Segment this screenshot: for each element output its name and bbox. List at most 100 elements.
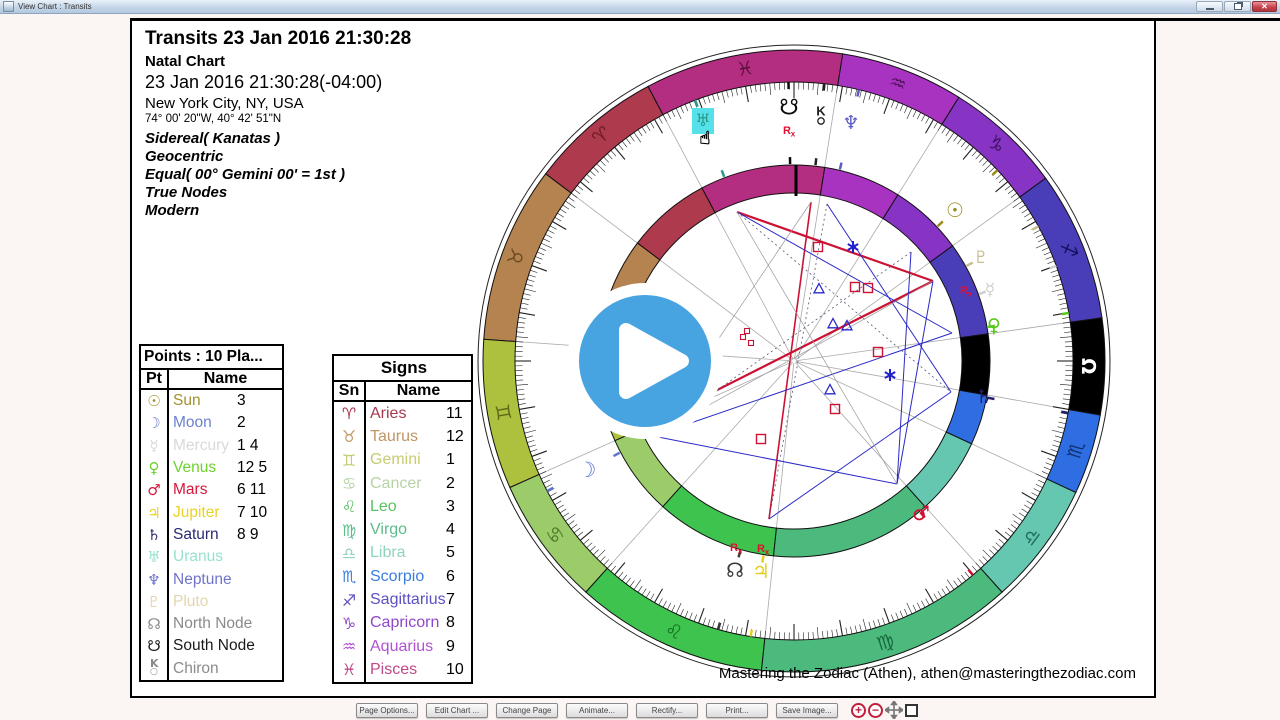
save-image-button[interactable]: Save Image... xyxy=(776,703,838,718)
wheel-sign-glyph-ophiuchus: ℧ xyxy=(1079,358,1101,375)
restore-button[interactable] xyxy=(1224,1,1251,12)
points-row-neptune: ♆Neptune xyxy=(141,568,282,590)
wheel-planet-mercury[interactable]: ☿ xyxy=(985,280,995,300)
points-number: 2 xyxy=(237,414,246,432)
close-button[interactable]: ✕ xyxy=(1252,1,1277,12)
signs-name-label: Virgo xyxy=(370,521,446,539)
jupiter-glyph-icon: ♃ xyxy=(141,501,169,523)
south-node-glyph-icon: ☋ xyxy=(141,635,169,657)
signs-number: 1 xyxy=(446,451,455,469)
signs-row-aquarius: ♒Aquarius9 xyxy=(334,635,471,658)
change-page-button[interactable]: Change Page xyxy=(496,703,558,718)
uranus-glyph-icon: ♅ xyxy=(141,546,169,568)
points-name-label: Neptune xyxy=(173,571,237,589)
points-name-label: Uranus xyxy=(173,548,237,566)
north-node-glyph-icon: ☊ xyxy=(141,613,169,635)
pan-button[interactable] xyxy=(885,701,903,719)
signs-row-taurus: ♉Taurus12 xyxy=(334,425,471,448)
zoom-out-button[interactable]: − xyxy=(868,703,883,718)
signs-name-label: Sagittarius xyxy=(370,591,446,609)
wheel-inner-sign-virgo xyxy=(774,486,926,557)
restore-icon xyxy=(1234,3,1242,10)
signs-name-label: Cancer xyxy=(370,475,446,493)
points-name-label: Pluto xyxy=(173,593,237,611)
points-table-header: Pt Name xyxy=(141,370,282,390)
page-top-border xyxy=(130,18,1280,21)
cancer-glyph-icon: ♋ xyxy=(334,472,366,495)
wheel-planet-sun[interactable]: ☉ xyxy=(946,198,964,222)
points-name-label: South Node xyxy=(173,637,255,655)
points-row-pluto: ♇Pluto xyxy=(141,591,282,613)
video-play-button[interactable] xyxy=(560,276,730,446)
signs-number: 7 xyxy=(446,591,455,609)
aspect-line xyxy=(897,252,911,484)
print-button[interactable]: Print... xyxy=(706,703,768,718)
minimize-button[interactable] xyxy=(1196,1,1223,12)
points-number: 6 11 xyxy=(237,481,266,499)
house-cusp-line xyxy=(796,361,1069,409)
credit-text: Mastering the Zodiac (Athen), athen@mast… xyxy=(719,665,1136,682)
sun-glyph-icon: ☉ xyxy=(141,390,169,412)
points-name-label: Saturn xyxy=(173,526,237,544)
signs-number: 3 xyxy=(446,498,455,516)
signs-name-label: Leo xyxy=(370,498,446,516)
wheel-planet-neptune[interactable]: ♆ xyxy=(842,112,859,134)
animate-button[interactable]: Animate... xyxy=(566,703,628,718)
window-title: View Chart : Transits xyxy=(18,2,92,11)
svg-text:x: x xyxy=(968,290,973,299)
leo-glyph-icon: ♌ xyxy=(334,495,366,518)
aries-glyph-icon: ♈ xyxy=(334,402,366,425)
points-row-chiron: K○Chiron xyxy=(141,658,282,680)
wheel-planet-saturn[interactable]: ♄ xyxy=(975,386,992,408)
signs-name-label: Taurus xyxy=(370,428,446,446)
svg-text:x: x xyxy=(791,130,796,139)
signs-row-virgo: ♍Virgo4 xyxy=(334,518,471,541)
points-row-jupiter: ♃Jupiter7 10 xyxy=(141,501,282,523)
virgo-glyph-icon: ♍ xyxy=(334,518,366,541)
edit-chart-button[interactable]: Edit Chart ... xyxy=(426,703,488,718)
pluto-glyph-icon: ♇ xyxy=(141,591,169,613)
page-options-button[interactable]: Page Options... xyxy=(356,703,418,718)
trine-aspect-icon xyxy=(825,385,835,394)
rectify-button[interactable]: Rectify... xyxy=(636,703,698,718)
points-row-north-node: ☊North Node xyxy=(141,613,282,635)
moon-glyph-icon: ☽ xyxy=(141,412,169,434)
signs-table-title: Signs xyxy=(334,356,471,382)
mercury-glyph-icon: ☿ xyxy=(141,435,169,457)
gemini-glyph-icon: ♊ xyxy=(334,449,366,472)
zoom-in-button[interactable]: + xyxy=(851,703,866,718)
square-aspect-icon xyxy=(749,341,754,346)
wheel-planet-north-node[interactable]: ☊ xyxy=(726,558,744,582)
signs-row-capricorn: ♑Capricorn8 xyxy=(334,612,471,635)
points-table-title: Points : 10 Pla... xyxy=(141,346,282,370)
aquarius-glyph-icon: ♒ xyxy=(334,635,366,658)
points-row-venus: ♀Venus12 5 xyxy=(141,457,282,479)
fit-view-button[interactable] xyxy=(905,704,918,717)
play-icon xyxy=(560,276,730,446)
signs-number: 5 xyxy=(446,544,455,562)
signs-number: 4 xyxy=(446,521,455,539)
neptune-glyph-icon: ♆ xyxy=(141,568,169,590)
house-cusp-line xyxy=(794,85,837,359)
wheel-planet-jupiter[interactable]: ♃ xyxy=(752,559,770,583)
sagittarius-glyph-icon: ♐ xyxy=(334,588,366,611)
mars-glyph-icon: ♂ xyxy=(141,479,169,501)
venus-glyph-icon: ♀ xyxy=(141,457,169,479)
wheel-outer-sign-virgo xyxy=(761,568,1002,672)
wheel-planet-moon[interactable]: ☽ xyxy=(578,458,597,482)
saturn-glyph-icon: ♄ xyxy=(141,524,169,546)
signs-col-name: Name xyxy=(366,382,471,400)
points-row-mars: ♂Mars6 11 xyxy=(141,479,282,501)
signs-name-label: Aquarius xyxy=(370,638,446,656)
wheel-planet-pluto[interactable]: ♇ xyxy=(973,248,988,268)
signs-row-scorpio: ♏Scorpio6 xyxy=(334,565,471,588)
signs-number: 12 xyxy=(446,428,464,446)
wheel-planet-south-node[interactable]: ☋ xyxy=(779,96,799,121)
signs-number: 6 xyxy=(446,568,455,586)
points-row-mercury: ☿Mercury1 4 xyxy=(141,435,282,457)
libra-glyph-icon: ♎ xyxy=(334,542,366,565)
wheel-planet-mars[interactable]: ♂ xyxy=(912,501,930,525)
wheel-planet-chiron[interactable]: K xyxy=(816,104,826,119)
signs-number: 2 xyxy=(446,475,455,493)
wheel-planet-venus[interactable]: ♀ xyxy=(987,315,1001,337)
